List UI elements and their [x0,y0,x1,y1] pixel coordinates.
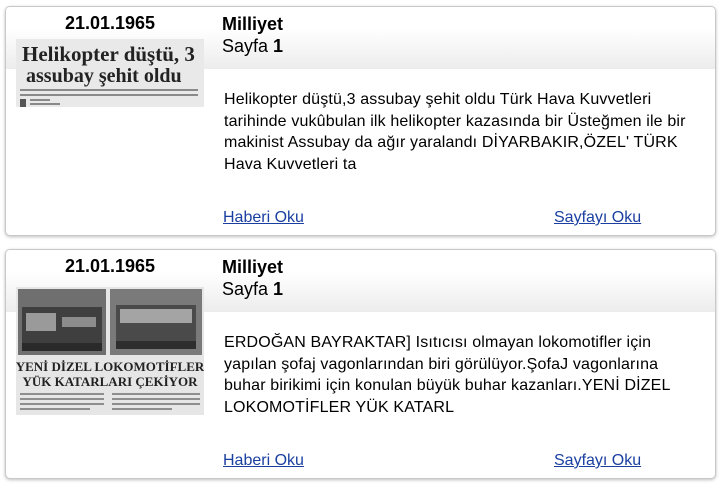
read-article-link[interactable]: Haberi Oku [223,209,304,227]
page-label: Sayfa [222,36,269,56]
article-excerpt: Helikopter düştü,3 assubay şehit oldu Tü… [224,91,686,173]
clipping-image: YENİ DİZEL LOKOMOTİFLER YÜK KATARLARI ÇE… [16,287,204,415]
page-label: Sayfa [222,279,269,299]
clipping-image: Helikopter düştü, 3 assubay şehit oldu [16,39,204,107]
page-info: Sayfa 1 [222,279,283,300]
read-page-link[interactable]: Sayfayı Oku [554,452,641,470]
result-date: 21.01.1965 [64,256,156,276]
read-article-link[interactable]: Haberi Oku [223,452,304,470]
clipping-headline-line-1: Helikopter düştü, 3 [22,42,195,66]
newspaper-clipping-thumbnail[interactable]: Helikopter düştü, 3 assubay şehit oldu [16,39,204,107]
result-card: 21.01.1965 YENİ DİZEL LOKOMOTİFLER YÜK K… [5,249,716,479]
newspaper-name: Milliyet [222,14,284,34]
read-page-link[interactable]: Sayfayı Oku [554,209,641,227]
page-number: 1 [273,279,284,299]
article-excerpt: ERDOĞAN BAYRAKTAR] Isıtıcısı olmayan lok… [224,334,670,416]
result-date: 21.01.1965 [64,13,156,33]
page-info: Sayfa 1 [222,36,283,57]
clipping-headline-line-1: YENİ DİZEL LOKOMOTİFLER [16,359,204,374]
page-number: 1 [273,36,284,56]
newspaper-name: Milliyet [222,257,284,277]
clipping-headline-line-2: YÜK KATARLARI ÇEKİYOR [22,374,198,389]
newspaper-clipping-thumbnail[interactable]: YENİ DİZEL LOKOMOTİFLER YÜK KATARLARI ÇE… [16,287,204,415]
result-card: 21.01.1965 Helikopter düştü, 3 assubay ş… [5,6,716,236]
clipping-headline-line-2: assubay şehit oldu [26,65,182,87]
